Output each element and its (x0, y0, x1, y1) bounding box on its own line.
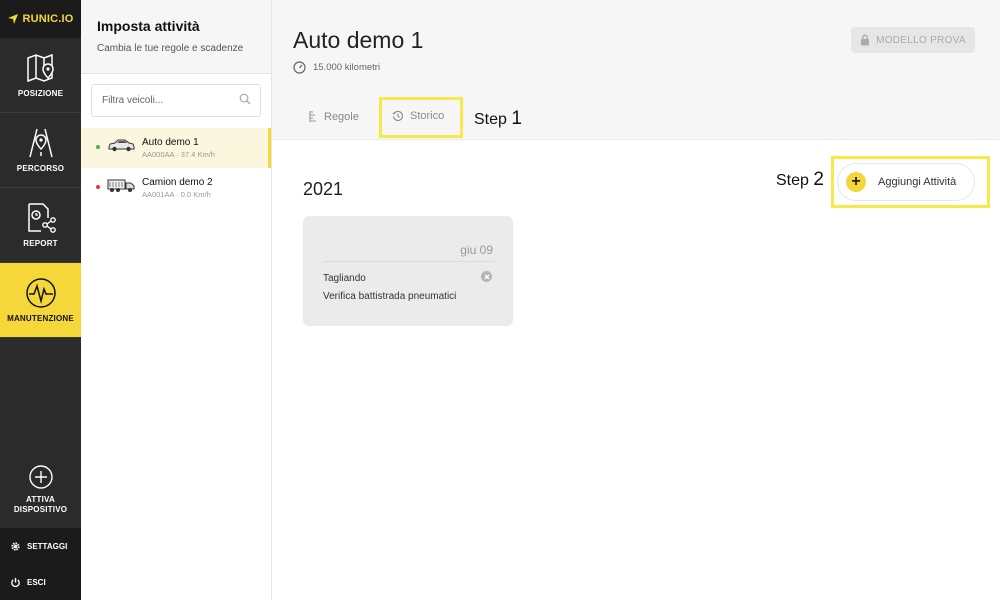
remove-activity-button[interactable] (481, 271, 492, 282)
nav-item-percorso[interactable]: PERCORSO (0, 113, 81, 188)
lock-icon (861, 34, 870, 46)
odometer-text: 15.000 kilometri (313, 62, 381, 73)
nav-item-settaggi[interactable]: SETTAGGI (0, 528, 81, 564)
nav-label-percorso: PERCORSO (16, 164, 65, 173)
nav-label-report: REPORT (23, 239, 58, 248)
logo-arrow-icon (8, 14, 19, 24)
add-circle-icon (28, 465, 53, 489)
pulse-icon (25, 278, 56, 308)
tab-regole-label: Regole (324, 110, 359, 123)
close-icon (484, 274, 489, 279)
speedometer-icon (293, 61, 306, 74)
nav-item-esci[interactable]: ESCI (0, 564, 81, 600)
activity-card[interactable]: giu 09 Tagliando Verifica battistrada pn… (303, 216, 513, 326)
nav-label-posizione: POSIZIONE (17, 89, 64, 98)
demo-mode-button[interactable]: MODELLO PROVA (851, 27, 975, 53)
panel-header: Imposta attività Cambia le tue regole e … (81, 0, 271, 74)
plus-icon: + (846, 172, 866, 192)
nav-item-attiva-dispositivo[interactable]: ATTIVA DISPOSITIVO (0, 452, 81, 527)
demo-mode-label: MODELLO PROVA (876, 34, 966, 46)
status-dot (96, 185, 100, 189)
activity-detail: Verifica battistrada pneumatici (323, 291, 457, 302)
vehicle-item[interactable]: Auto demo 1 AA000AA · 37.4 Km/h (81, 128, 271, 168)
vehicle-name: Auto demo 1 (142, 137, 199, 148)
add-activity-button[interactable]: + Aggiungi Attività (837, 163, 975, 201)
panel-title: Imposta attività (97, 18, 200, 34)
page-title: Auto demo 1 (293, 27, 424, 53)
truck-icon (107, 179, 135, 192)
vehicle-name: Camion demo 2 (142, 177, 213, 188)
step-1-label: Step 1 (474, 108, 522, 129)
add-activity-label: Aggiungi Attività (878, 176, 957, 188)
logo-text: RUNIC.IO (22, 13, 74, 25)
card-divider (323, 261, 495, 262)
vehicle-meta: AA001AA · 0.0 Km/h (142, 190, 211, 199)
nav-label-settaggi: SETTAGGI (27, 541, 68, 551)
gear-icon (11, 541, 20, 551)
report-share-icon (27, 203, 56, 233)
activity-date: giu 09 (460, 243, 493, 257)
storico-highlight-box (379, 97, 463, 138)
nav-item-posizione[interactable]: POSIZIONE (0, 38, 81, 113)
panel-subtitle: Cambia le tue regole e scadenze (97, 43, 244, 54)
activity-title: Tagliando (323, 273, 366, 284)
vehicle-panel: Imposta attività Cambia le tue regole e … (81, 0, 272, 600)
status-dot (96, 145, 100, 149)
nav-label-manutenzione: MANUTENZIONE (7, 314, 74, 323)
rules-list-icon (309, 111, 316, 122)
vehicle-filter-input[interactable] (91, 84, 261, 117)
logo[interactable]: RUNIC.IO (0, 0, 81, 38)
main-navigation: RUNIC.IO POSIZIONE PERCORSO REPORT MANUT… (0, 0, 81, 600)
step-2-label: Step 2 (776, 169, 824, 190)
nav-item-report[interactable]: REPORT (0, 188, 81, 263)
vehicle-item[interactable]: Camion demo 2 AA001AA · 0.0 Km/h (81, 168, 271, 208)
search-icon (239, 93, 251, 105)
route-icon (28, 128, 53, 158)
tab-regole[interactable]: Regole (308, 110, 359, 123)
nav-label-esci: ESCI (27, 577, 46, 587)
nav-item-manutenzione[interactable]: MANUTENZIONE (0, 263, 81, 338)
year-heading: 2021 (303, 179, 344, 199)
vehicle-meta: AA000AA · 37.4 Km/h (142, 150, 215, 159)
map-pin-icon (26, 53, 54, 83)
power-icon (11, 577, 20, 587)
car-icon (108, 139, 135, 152)
nav-label-attiva: ATTIVA DISPOSITIVO (13, 495, 68, 514)
